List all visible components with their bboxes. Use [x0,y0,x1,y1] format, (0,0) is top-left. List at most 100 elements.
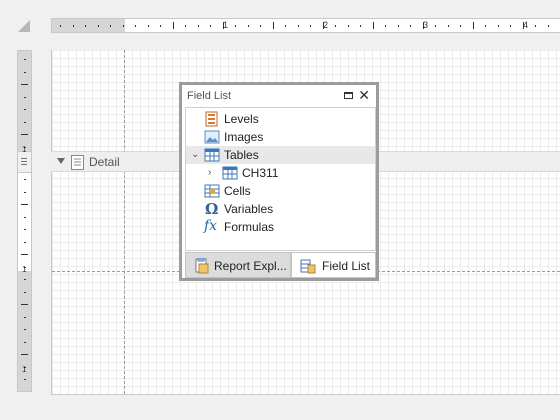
ruler-tick [235,25,236,27]
tree-item-ch311[interactable]: › CH311 [186,164,375,182]
table-icon [222,166,238,180]
chevron-down-icon[interactable]: ⌄ [191,149,199,160]
ruler-tick [60,25,61,27]
ruler-number: 3 [423,20,429,30]
ruler-tick [24,179,26,180]
ruler-tick [435,25,436,27]
tree-item-label: Tables [224,148,259,162]
ruler-tick [110,25,111,27]
tree-item-levels[interactable]: Levels [186,110,375,128]
ruler-tick [21,254,28,255]
band-label: Detail [89,155,120,169]
ruler-tick [24,329,26,330]
field-tree[interactable]: Levels Images ⌄ Tables › CH311 Cells Ω V… [185,107,376,251]
tree-item-cells[interactable]: Cells [186,182,375,200]
ruler-tick [97,25,99,27]
fx-icon: fx [204,218,218,234]
ruler-tick [510,25,511,27]
ruler-tick [160,25,161,27]
field-list-panel[interactable]: Field List ✕ Levels Images ⌄ Tables › CH… [179,82,379,281]
ruler-tick [122,25,124,27]
ruler-number: 2 [323,20,329,30]
ruler-tick [147,25,149,27]
tree-item-formulas[interactable]: fx Formulas [186,218,375,236]
horizontal-ruler[interactable]: 1 2 3 4 [51,18,560,33]
ruler-tick [272,22,274,29]
tree-item-label: CH311 [242,166,279,180]
ruler-tick [535,25,536,27]
ruler-tick [24,291,26,293]
table-icon [204,148,220,162]
tree-item-label: Variables [224,202,274,216]
ruler-band-gap [18,151,31,173]
tree-item-label: Levels [224,112,259,126]
tree-item-images[interactable]: Images [186,128,375,146]
ruler-tick [24,379,26,380]
ruler-tick [310,25,311,27]
field-list-icon [300,259,316,274]
ruler-tick [410,25,411,27]
tab-label: Field List [322,259,371,273]
close-icon[interactable]: ✕ [358,88,370,102]
ruler-tick [135,25,136,27]
margin-guide-vertical [124,50,125,394]
ruler-tick [185,25,186,27]
ruler-margin [18,51,31,151]
ruler-tick [24,109,26,110]
ruler-tick [285,25,286,27]
ruler-tick [21,204,28,205]
ruler-tick [210,25,211,27]
ruler-tick [24,316,26,318]
ruler-number: 1 [223,20,229,30]
tab-label: Report Expl... [214,259,287,273]
ruler-tick [24,71,26,73]
ruler-number: 1 [22,145,27,154]
ruler-tick [21,304,28,305]
ruler-tick [24,121,26,123]
ruler-tick [260,25,261,27]
tree-item-tables[interactable]: ⌄ Tables [186,146,375,164]
grip-line [21,164,27,165]
ruler-tick [547,25,549,27]
ruler-tick [24,241,26,243]
ruler-tick [24,279,26,280]
ruler-tick [497,25,499,27]
ruler-tick [247,25,249,27]
ruler-tick [24,216,26,218]
levels-icon [205,111,218,127]
restore-icon[interactable] [344,92,353,99]
ruler-tick [21,354,28,355]
ruler-tick [297,25,299,27]
ruler-tick [397,25,399,27]
ruler-tick [347,25,349,27]
ruler-tick [335,25,336,27]
panel-title-bar[interactable]: Field List ✕ [182,85,376,107]
ruler-tick [24,96,26,98]
panel-title: Field List [187,90,232,102]
ruler-tick [460,25,461,27]
grip-line [21,158,27,159]
vertical-ruler[interactable]: 1 1 1 [17,50,32,392]
omega-icon: Ω [205,200,219,218]
ruler-tick [385,25,386,27]
ruler-number: 1 [22,265,27,274]
ruler-tick [447,25,449,27]
ruler-tick [197,25,199,27]
ruler-tick [24,59,26,60]
band-icon [71,155,84,170]
report-explorer-icon [195,258,209,274]
images-icon [204,130,220,144]
ruler-number: 1 [22,365,27,374]
tree-item-variables[interactable]: Ω Variables [186,200,375,218]
ruler-tick [21,134,28,135]
ruler-tick [85,25,86,27]
panel-tabs: Report Expl... Field List [185,252,376,278]
ruler-tick [24,341,26,343]
cells-icon [204,184,220,198]
ruler-tick [372,22,374,29]
chevron-right-icon[interactable]: › [208,167,211,178]
ruler-tick [24,392,26,393]
tab-report-explorer[interactable]: Report Expl... [185,252,291,278]
tab-field-list[interactable]: Field List [291,252,376,278]
collapse-arrow-icon[interactable] [57,158,65,164]
